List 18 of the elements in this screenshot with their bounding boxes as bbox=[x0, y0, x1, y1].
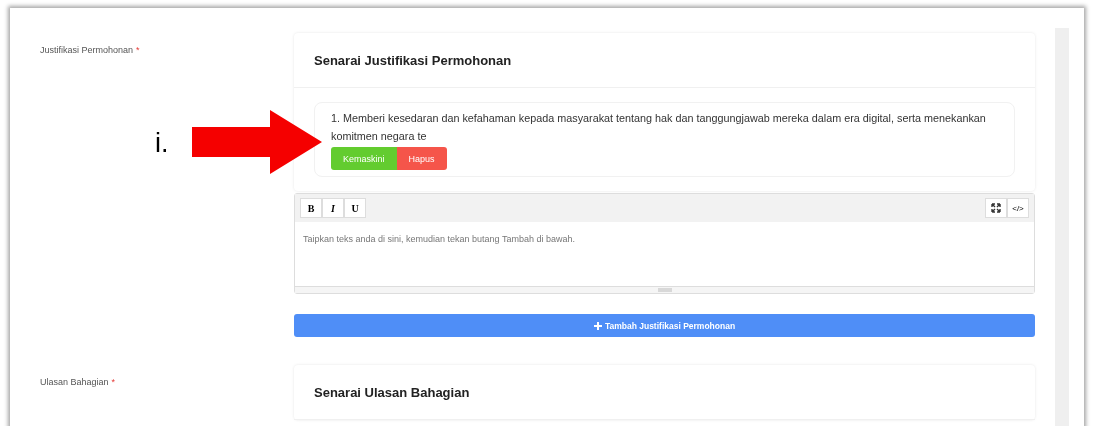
card-title: Senarai Ulasan Bahagian bbox=[314, 385, 470, 400]
expand-icon bbox=[991, 203, 1001, 213]
arrow-icon bbox=[192, 110, 322, 174]
required-mark: * bbox=[111, 377, 116, 387]
card-title: Senarai Justifikasi Permohonan bbox=[314, 53, 512, 68]
annotation-label: i. bbox=[155, 128, 169, 159]
field-label: Justifikasi Permohonan bbox=[40, 45, 134, 55]
required-mark: * bbox=[136, 45, 140, 55]
format-button[interactable]: I bbox=[322, 198, 344, 218]
format-button[interactable]: B bbox=[300, 198, 322, 218]
text-editor[interactable]: B I U </> Taipkan teks anda di sini, kemudian tekan butang Tambah di bawah. bbox=[294, 193, 1035, 294]
format-button[interactable]: U bbox=[344, 198, 366, 218]
editor-placeholder: Taipkan teks anda di sini, kemudian tekan butang Tambah di bawah. bbox=[303, 234, 575, 244]
item-text: 1. Memberi kesedaran dan kefahaman kepada masyarakat tentang hak dan tanggungjawab mereka dalam era digital, serta menekankan komitmen negara te bbox=[331, 111, 987, 144]
fullscreen-button[interactable] bbox=[985, 198, 1007, 218]
source-button[interactable]: </> bbox=[1007, 198, 1029, 218]
field-label: Ulasan Bahagian bbox=[40, 377, 109, 387]
plus-icon bbox=[593, 321, 602, 330]
